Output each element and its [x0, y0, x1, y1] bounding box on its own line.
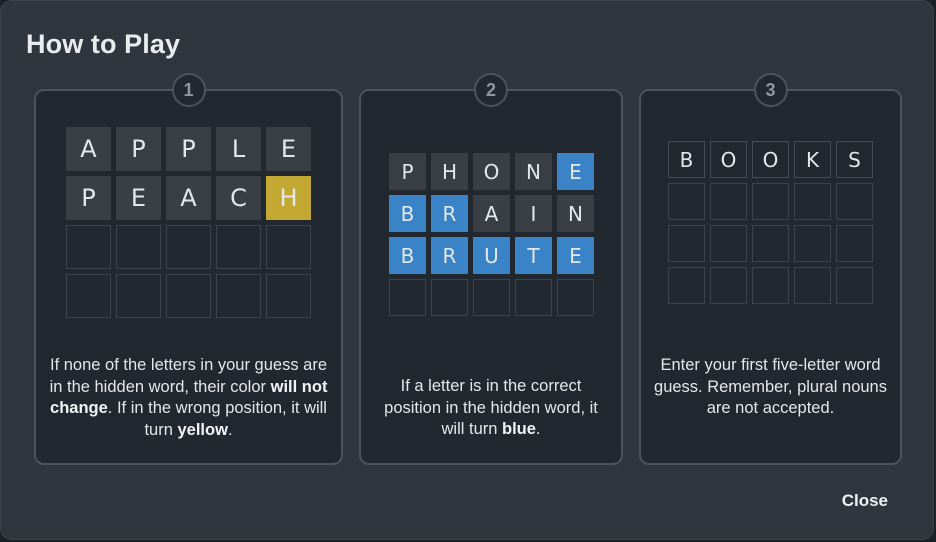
empty-tile — [836, 267, 873, 304]
empty-tile — [794, 267, 831, 304]
empty-tile — [216, 225, 261, 269]
empty-tile — [752, 225, 789, 262]
empty-tile — [668, 267, 705, 304]
example-board: APPLEPEACH — [66, 127, 311, 318]
empty-tile — [710, 183, 747, 220]
letter-tile: P — [116, 127, 161, 171]
letter-tile: A — [166, 176, 211, 220]
empty-tile — [116, 225, 161, 269]
letter-tile: P — [166, 127, 211, 171]
letter-tile: N — [557, 195, 594, 232]
empty-tile — [216, 274, 261, 318]
letter-tile: E — [557, 237, 594, 274]
step-number-badge: 2 — [474, 73, 508, 107]
letter-tile: H — [431, 153, 468, 190]
letter-tile: N — [515, 153, 552, 190]
example-board: PHONEBRAINBRUTE — [389, 153, 594, 316]
empty-tile — [752, 267, 789, 304]
empty-tile — [836, 225, 873, 262]
letter-tile: L — [216, 127, 261, 171]
emphasis-text: blue — [502, 420, 536, 438]
empty-tile — [752, 183, 789, 220]
step-description: If none of the letters in your guess are… — [46, 355, 331, 441]
letter-tile: S — [836, 141, 873, 178]
step-card-3: 3 BOOKS Enter your first five-letter wor… — [639, 73, 902, 465]
description-text: If a letter is in the correct position i… — [384, 377, 598, 438]
step-card-1: 1 APPLEPEACH If none of the letters in y… — [34, 73, 343, 465]
letter-tile: E — [116, 176, 161, 220]
step-description: Enter your first five-letter word guess.… — [651, 355, 890, 420]
empty-tile — [794, 183, 831, 220]
letter-tile: O — [710, 141, 747, 178]
empty-tile — [473, 279, 510, 316]
step-number-badge: 3 — [753, 73, 788, 107]
step-card-2: 2 PHONEBRAINBRUTE If a letter is in the … — [359, 73, 623, 465]
letter-tile: B — [668, 141, 705, 178]
empty-tile — [557, 279, 594, 316]
empty-tile — [431, 279, 468, 316]
letter-tile: T — [515, 237, 552, 274]
letter-tile: P — [389, 153, 426, 190]
how-to-play-modal: How to Play 1 APPLEPEACH If none of the … — [0, 0, 934, 540]
emphasis-text: yellow — [177, 420, 228, 439]
empty-tile — [794, 225, 831, 262]
empty-tile — [266, 274, 311, 318]
empty-tile — [166, 225, 211, 269]
letter-tile: B — [389, 237, 426, 274]
letter-tile: B — [389, 195, 426, 232]
letter-tile: O — [752, 141, 789, 178]
empty-tile — [710, 267, 747, 304]
empty-tile — [66, 225, 111, 269]
empty-tile — [166, 274, 211, 318]
letter-tile: P — [66, 176, 111, 220]
empty-tile — [515, 279, 552, 316]
empty-tile — [710, 225, 747, 262]
letter-tile: U — [473, 237, 510, 274]
letter-tile: H — [266, 176, 311, 220]
modal-title: How to Play — [26, 29, 181, 59]
description-text: . — [227, 420, 233, 439]
empty-tile — [66, 274, 111, 318]
letter-tile: I — [515, 195, 552, 232]
step-description: If a letter is in the correct position i… — [371, 376, 611, 441]
letter-tile: E — [557, 153, 594, 190]
empty-tile — [389, 279, 426, 316]
letter-tile: A — [66, 127, 111, 171]
letter-tile: O — [473, 153, 510, 190]
empty-tile — [668, 225, 705, 262]
letter-tile: R — [431, 195, 468, 232]
description-text: . — [535, 420, 541, 438]
empty-tile — [116, 274, 161, 318]
letter-tile: E — [266, 127, 311, 171]
letter-tile: K — [794, 141, 831, 178]
letter-tile: R — [431, 237, 468, 274]
close-button[interactable]: Close — [842, 491, 888, 511]
empty-tile — [836, 183, 873, 220]
example-board: BOOKS — [668, 141, 873, 304]
description-text: Enter your first five-letter word guess.… — [654, 356, 887, 417]
letter-tile: A — [473, 195, 510, 232]
empty-tile — [668, 183, 705, 220]
empty-tile — [266, 225, 311, 269]
step-number-badge: 1 — [171, 73, 206, 107]
letter-tile: C — [216, 176, 261, 220]
